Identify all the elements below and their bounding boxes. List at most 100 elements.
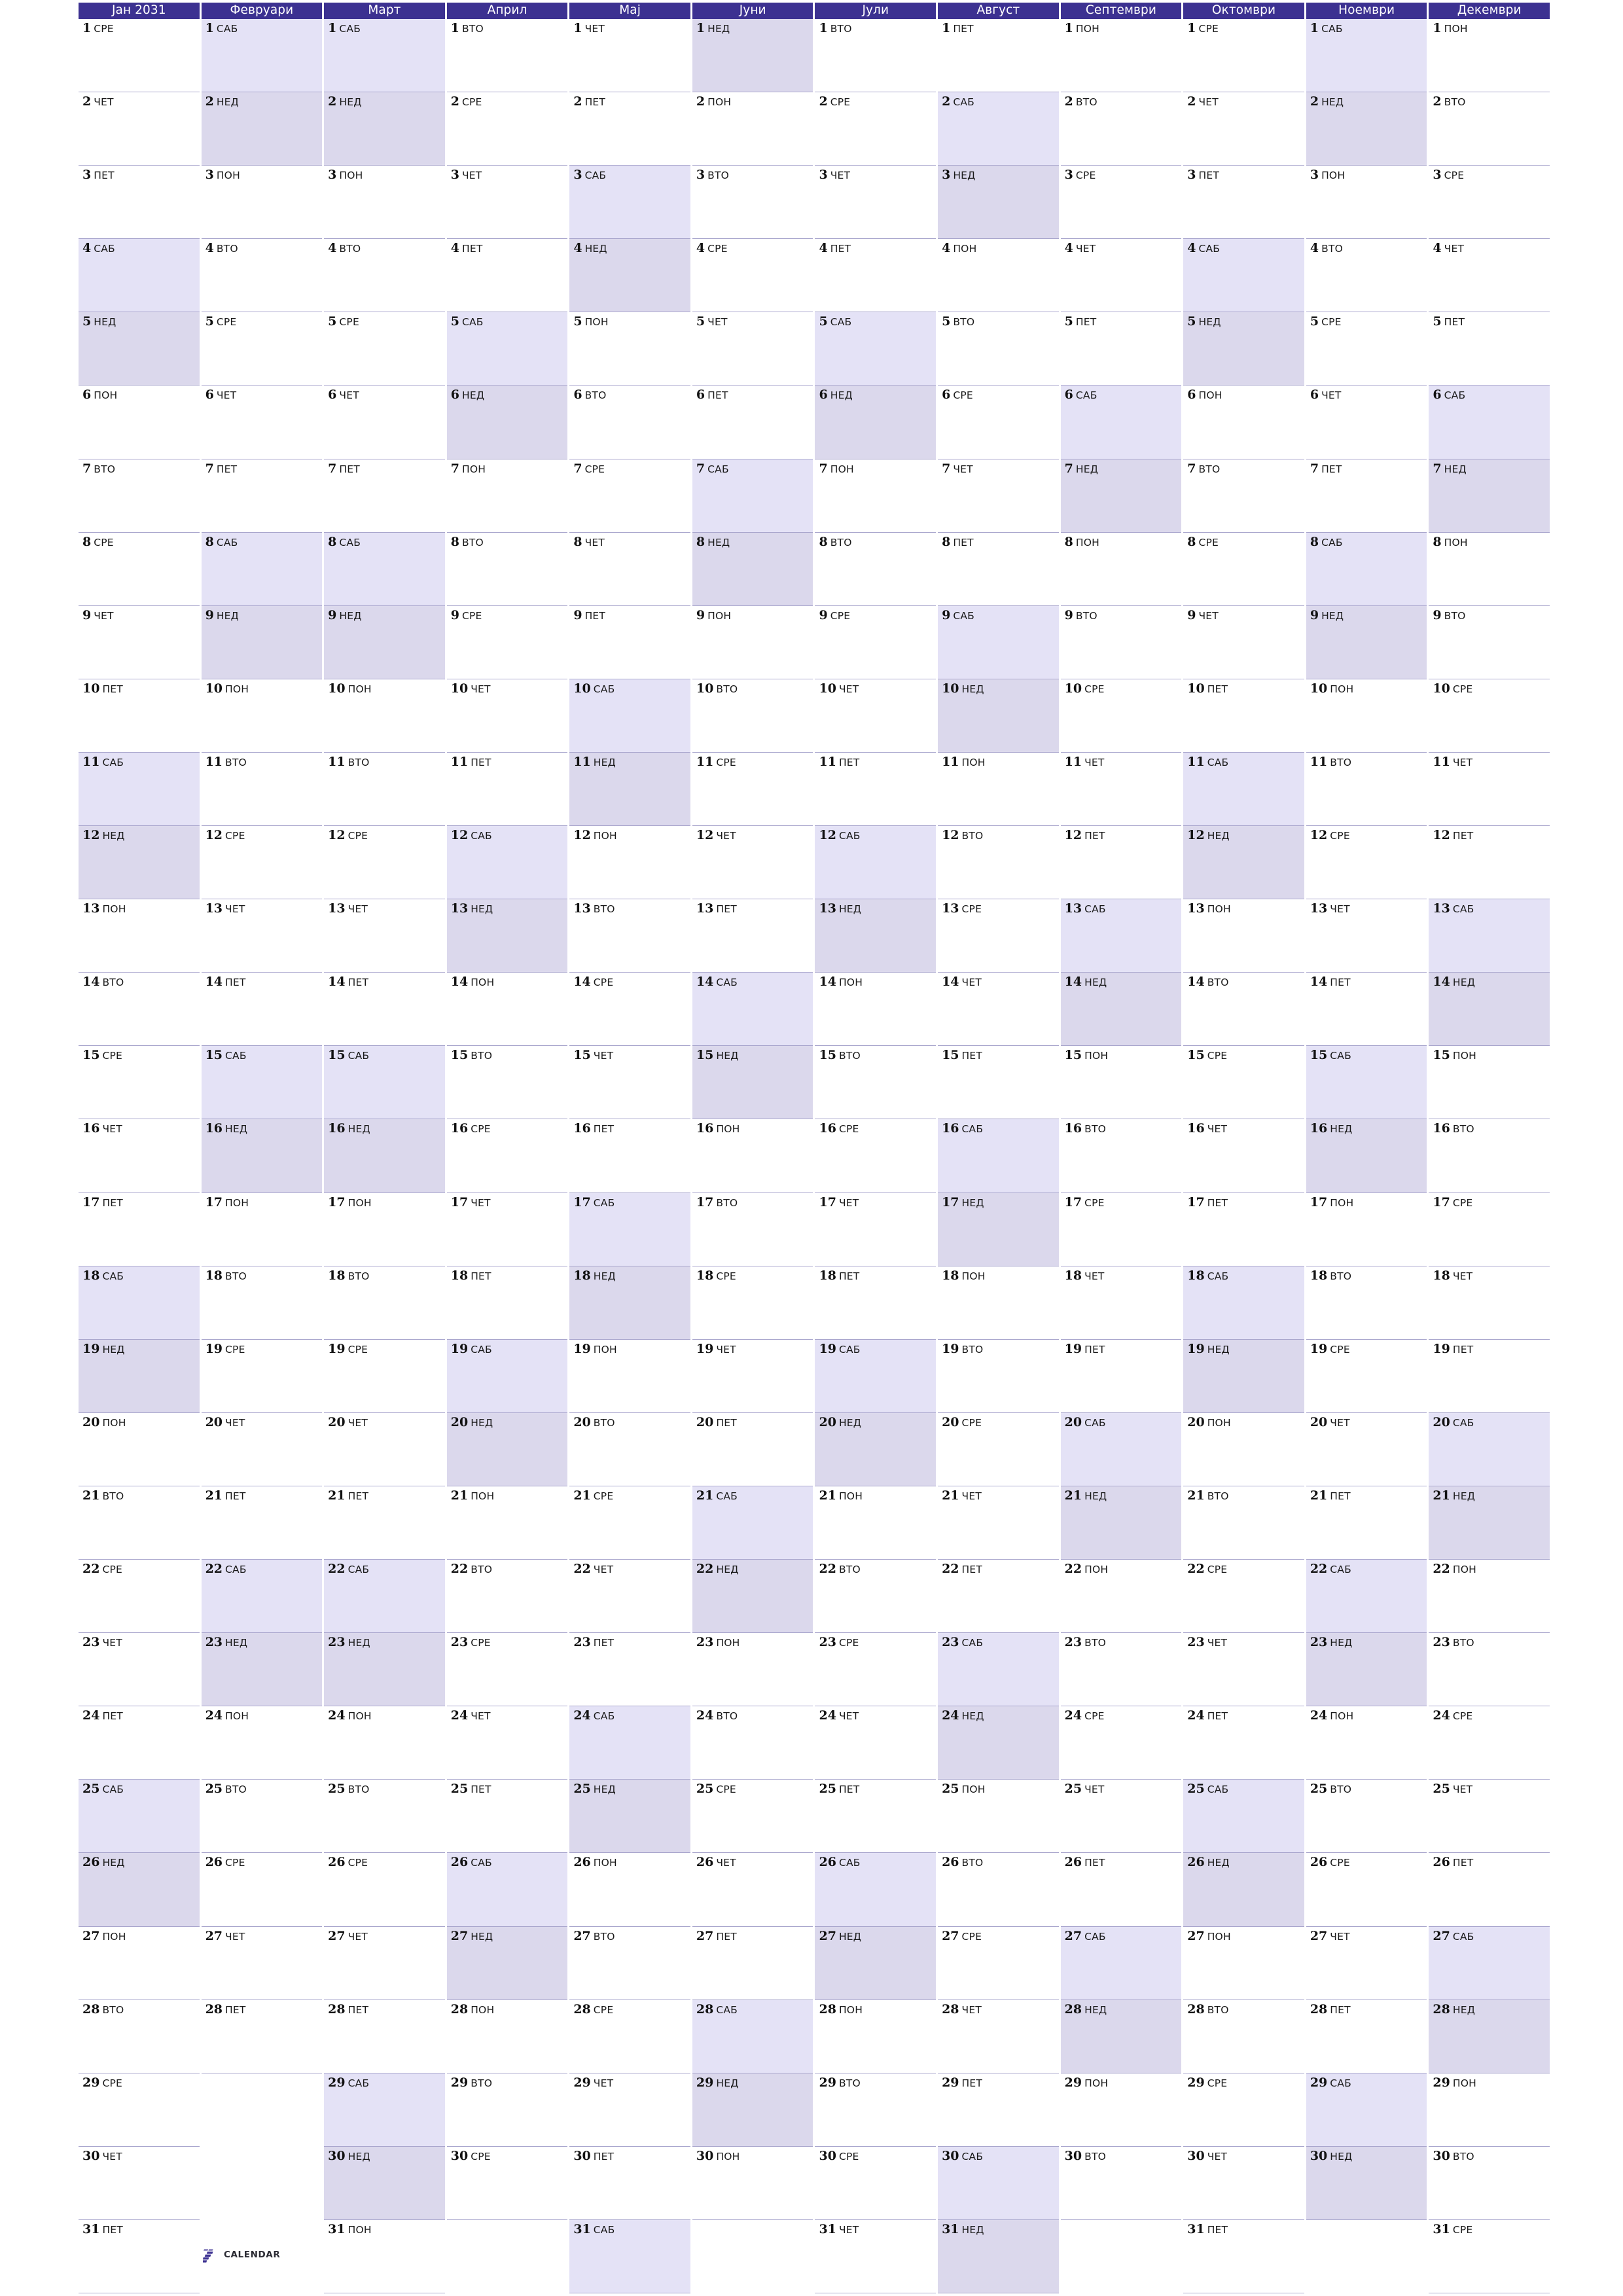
- day-cell[interactable]: 15 САБ: [1306, 1046, 1427, 1120]
- day-cell[interactable]: 10 ПОН: [324, 679, 445, 753]
- day-cell[interactable]: 30 ЧЕТ: [79, 2146, 200, 2220]
- day-cell[interactable]: 16 ЧЕТ: [79, 1119, 200, 1193]
- day-cell[interactable]: 21 ПЕТ: [201, 1486, 323, 1560]
- day-cell[interactable]: 17 ВТО: [692, 1193, 813, 1266]
- day-cell[interactable]: 23 СРЕ: [815, 1633, 936, 1707]
- month-header-10[interactable]: Октомври: [1183, 3, 1304, 19]
- day-cell[interactable]: 11 ВТО: [1306, 752, 1427, 827]
- day-cell[interactable]: 26 СРЕ: [1306, 1853, 1427, 1927]
- day-cell[interactable]: 6 ЧЕТ: [1306, 386, 1427, 459]
- day-cell[interactable]: 1 ЧЕТ: [569, 19, 690, 93]
- day-cell[interactable]: 9 НЕД: [201, 605, 323, 679]
- day-cell[interactable]: 3 СРЕ: [1429, 166, 1550, 240]
- day-cell[interactable]: 25 ВТО: [324, 1780, 445, 1854]
- day-cell[interactable]: 17 ЧЕТ: [446, 1193, 568, 1266]
- day-cell[interactable]: 9 НЕД: [324, 605, 445, 679]
- day-cell[interactable]: 22 САБ: [1306, 1560, 1427, 1634]
- day-cell[interactable]: 8 СРЕ: [1183, 532, 1304, 606]
- day-cell[interactable]: 30 НЕД: [324, 2146, 445, 2220]
- month-header-4[interactable]: Април: [446, 3, 568, 19]
- day-cell[interactable]: 19 ПЕТ: [1429, 1339, 1550, 1413]
- day-cell[interactable]: 31 НЕД: [938, 2219, 1059, 2293]
- day-cell[interactable]: 1 ПЕТ: [938, 19, 1059, 93]
- day-cell[interactable]: 13 ЧЕТ: [1306, 899, 1427, 973]
- day-cell[interactable]: 12 СРЕ: [1306, 826, 1427, 900]
- day-cell[interactable]: 30 ВТО: [1060, 2146, 1182, 2220]
- day-cell[interactable]: 7 ПОН: [446, 459, 568, 533]
- day-cell[interactable]: 22 ВТО: [815, 1560, 936, 1634]
- day-cell[interactable]: 17 ПОН: [1306, 1193, 1427, 1266]
- day-cell[interactable]: 25 СРЕ: [692, 1780, 813, 1854]
- month-header-8[interactable]: Август: [938, 3, 1059, 19]
- day-cell[interactable]: 14 НЕД: [1429, 973, 1550, 1047]
- day-cell[interactable]: 3 ЧЕТ: [815, 166, 936, 240]
- day-cell[interactable]: 27 ЧЕТ: [324, 1926, 445, 2000]
- day-cell[interactable]: 29 ПОН: [1060, 2073, 1182, 2147]
- day-cell[interactable]: 8 НЕД: [692, 532, 813, 606]
- day-cell[interactable]: 6 СРЕ: [938, 386, 1059, 459]
- day-cell[interactable]: 7 ВТО: [1183, 459, 1304, 533]
- day-cell[interactable]: 29 ПОН: [1429, 2073, 1550, 2147]
- month-header-7[interactable]: Јули: [815, 3, 936, 19]
- day-cell[interactable]: 22 ВТО: [446, 1560, 568, 1634]
- day-cell[interactable]: 15 ПОН: [1060, 1046, 1182, 1120]
- day-cell[interactable]: 7 ПЕТ: [201, 459, 323, 533]
- day-cell[interactable]: 12 ЧЕТ: [692, 826, 813, 900]
- day-cell[interactable]: 12 САБ: [815, 826, 936, 900]
- day-cell[interactable]: 10 САБ: [569, 679, 690, 753]
- day-cell[interactable]: 15 ПЕТ: [938, 1046, 1059, 1120]
- day-cell[interactable]: 2 ПОН: [692, 92, 813, 166]
- day-cell[interactable]: 2 СРЕ: [815, 92, 936, 166]
- day-cell[interactable]: 27 САБ: [1060, 1926, 1182, 2000]
- day-cell[interactable]: 4 ПОН: [938, 239, 1059, 313]
- day-cell[interactable]: 29 ПЕТ: [938, 2073, 1059, 2147]
- day-cell[interactable]: 21 ВТО: [1183, 1486, 1304, 1560]
- day-cell[interactable]: 28 САБ: [692, 2000, 813, 2073]
- day-cell[interactable]: 18 САБ: [1183, 1266, 1304, 1340]
- day-cell[interactable]: 23 ЧЕТ: [79, 1633, 200, 1707]
- day-cell[interactable]: 26 ЧЕТ: [692, 1853, 813, 1927]
- day-cell[interactable]: 29 ВТО: [815, 2073, 936, 2147]
- month-header-12[interactable]: Декември: [1429, 3, 1550, 19]
- day-cell[interactable]: 24 ПОН: [324, 1706, 445, 1780]
- day-cell[interactable]: 7 ПЕТ: [1306, 459, 1427, 533]
- day-cell[interactable]: 13 ПОН: [1183, 899, 1304, 973]
- day-cell[interactable]: 28 ПЕТ: [324, 2000, 445, 2073]
- day-cell[interactable]: 15 СРЕ: [1183, 1046, 1304, 1120]
- day-cell[interactable]: 2 САБ: [938, 92, 1059, 166]
- day-cell[interactable]: 21 НЕД: [1429, 1486, 1550, 1560]
- day-cell[interactable]: 14 ПОН: [815, 973, 936, 1047]
- day-cell[interactable]: 30 ЧЕТ: [1183, 2146, 1304, 2220]
- day-cell[interactable]: 20 НЕД: [815, 1412, 936, 1486]
- day-cell[interactable]: 20 ПЕТ: [692, 1412, 813, 1486]
- day-cell[interactable]: 11 ВТО: [324, 752, 445, 827]
- day-cell[interactable]: 23 ВТО: [1429, 1633, 1550, 1707]
- month-header-2[interactable]: Февруари: [201, 3, 323, 19]
- day-cell[interactable]: 21 ЧЕТ: [938, 1486, 1059, 1560]
- day-cell[interactable]: 31 ПОН: [324, 2219, 445, 2293]
- day-cell[interactable]: 21 ПЕТ: [324, 1486, 445, 1560]
- day-cell[interactable]: 2 НЕД: [324, 92, 445, 166]
- day-cell[interactable]: 8 ПОН: [1060, 532, 1182, 606]
- day-cell[interactable]: 29 ВТО: [446, 2073, 568, 2147]
- day-cell[interactable]: 3 ПЕТ: [1183, 166, 1304, 240]
- day-cell[interactable]: 12 ВТО: [938, 826, 1059, 900]
- day-cell[interactable]: 2 ПЕТ: [569, 92, 690, 166]
- day-cell[interactable]: 24 ВТО: [692, 1706, 813, 1780]
- day-cell[interactable]: 19 ПОН: [569, 1339, 690, 1413]
- day-cell[interactable]: 19 СРЕ: [201, 1339, 323, 1413]
- day-cell[interactable]: 26 ПЕТ: [1060, 1853, 1182, 1927]
- day-cell[interactable]: 1 СРЕ: [1183, 19, 1304, 93]
- day-cell[interactable]: 14 ПОН: [446, 973, 568, 1047]
- day-cell[interactable]: 16 СРЕ: [446, 1119, 568, 1193]
- day-cell[interactable]: 22 ПОН: [1429, 1560, 1550, 1634]
- day-cell[interactable]: 4 ВТО: [324, 239, 445, 313]
- day-cell[interactable]: 29 СРЕ: [1183, 2073, 1304, 2147]
- day-cell[interactable]: 20 ПОН: [79, 1412, 200, 1486]
- day-cell[interactable]: 10 СРЕ: [1429, 679, 1550, 753]
- month-header-3[interactable]: Март: [324, 3, 445, 19]
- day-cell[interactable]: 19 ВТО: [938, 1339, 1059, 1413]
- day-cell[interactable]: 17 САБ: [569, 1193, 690, 1266]
- day-cell[interactable]: 6 ВТО: [569, 386, 690, 459]
- day-cell[interactable]: 20 САБ: [1429, 1412, 1550, 1486]
